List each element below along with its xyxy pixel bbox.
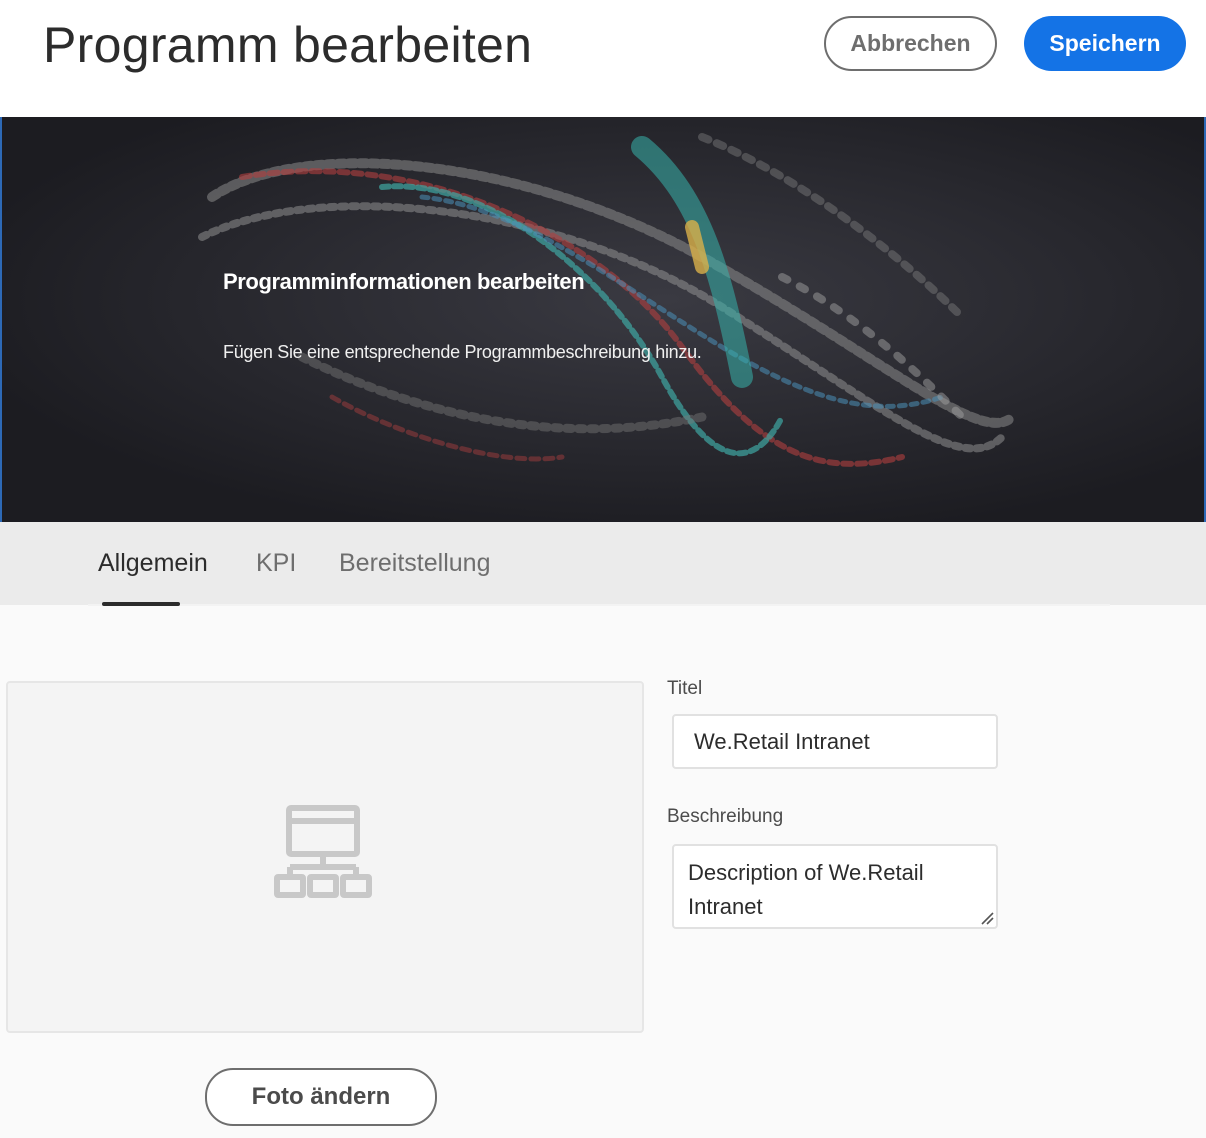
save-button[interactable]: Speichern	[1024, 16, 1186, 71]
banner-image: Programminformationen bearbeiten Fügen S…	[0, 117, 1206, 522]
active-tab-indicator	[102, 602, 180, 606]
sitemap-icon	[274, 805, 372, 898]
resize-handle-icon[interactable]	[980, 911, 994, 925]
description-label: Beschreibung	[667, 806, 784, 827]
cancel-button[interactable]: Abbrechen	[824, 16, 997, 71]
tab-allgemein[interactable]: Allgemein	[98, 549, 208, 578]
banner-subtitle: Fügen Sie eine entsprechende Programmbes…	[223, 342, 702, 362]
banner-artwork	[2, 117, 1204, 522]
description-textarea[interactable]: Description of We.Retail Intranet	[672, 844, 998, 929]
tab-bar: Allgemein KPI Bereitstellung	[0, 522, 1206, 606]
title-label: Titel	[667, 678, 703, 699]
change-photo-button[interactable]: Foto ändern	[205, 1068, 437, 1126]
page-header: Programm bearbeiten Abbrechen Speichern	[0, 0, 1206, 117]
program-thumbnail	[6, 681, 644, 1033]
tab-divider	[88, 604, 1110, 606]
banner-title: Programminformationen bearbeiten	[223, 269, 585, 294]
tab-bereitstellung[interactable]: Bereitstellung	[339, 549, 490, 578]
page-title: Programm bearbeiten	[43, 17, 533, 73]
title-input[interactable]	[672, 714, 998, 769]
tab-kpi[interactable]: KPI	[256, 549, 296, 578]
